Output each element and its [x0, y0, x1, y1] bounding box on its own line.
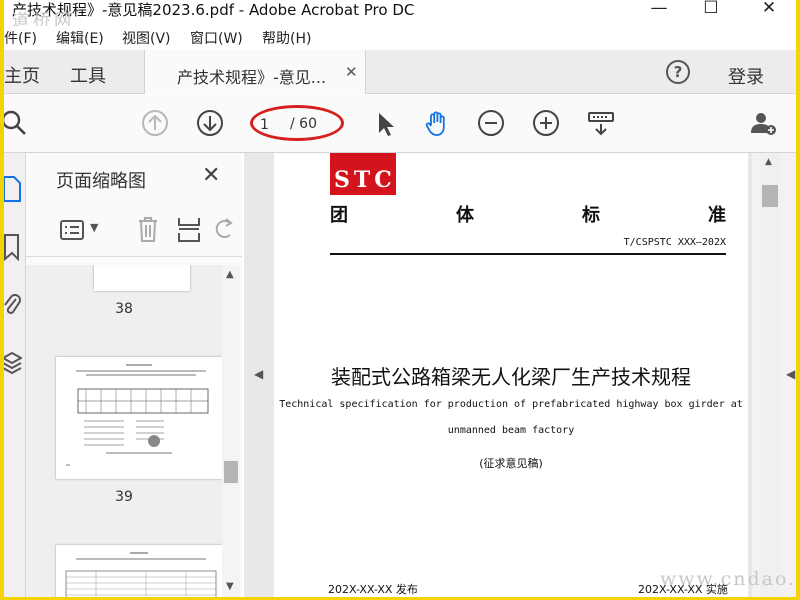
thumbnail-page-number: 39: [115, 489, 133, 505]
collapse-left-icon[interactable]: ◀: [254, 367, 263, 381]
menu-window[interactable]: 窗口(W): [190, 28, 243, 48]
close-tab-icon[interactable]: ✕: [345, 63, 358, 81]
standard-char: 团: [330, 205, 348, 226]
logo-text: STC: [334, 167, 396, 193]
menu-bar: 件(F) 编辑(E) 视图(V) 窗口(W) 帮助(H): [4, 26, 796, 50]
select-cursor-icon[interactable]: [370, 108, 400, 138]
login-button[interactable]: 登录: [728, 63, 764, 89]
menu-edit[interactable]: 编辑(E): [56, 28, 104, 48]
search-icon[interactable]: [4, 108, 30, 138]
thumbnail-page-38[interactable]: [94, 265, 190, 291]
menu-help[interactable]: 帮助(H): [262, 28, 311, 48]
thumbnail-drawing: [65, 552, 217, 597]
standard-code: T/CSPSTC XXX—202X: [623, 237, 726, 248]
document-title-cn: 装配式公路箱梁无人化梁厂生产技术规程: [331, 365, 691, 389]
publish-date: 202X-XX-XX 发布: [328, 583, 418, 596]
chevron-down-icon[interactable]: ▼: [90, 221, 98, 234]
bookmarks-icon[interactable]: [4, 233, 22, 261]
minimize-button[interactable]: —: [644, 0, 674, 18]
scrollbar-thumb[interactable]: [224, 461, 238, 483]
menu-view[interactable]: 视图(V): [122, 28, 171, 48]
scrollbar-thumb[interactable]: [762, 185, 778, 207]
attachment-icon[interactable]: [4, 291, 22, 319]
tab-bar: 主页 工具 产技术规程》-意见... ✕ ? 登录: [4, 50, 796, 94]
scroll-up-icon[interactable]: ▲: [765, 157, 772, 167]
thumbnail-page-number: 38: [115, 301, 133, 317]
keyboard-scroll-icon[interactable]: [586, 108, 616, 138]
thumbnails-icon[interactable]: [4, 175, 22, 203]
thumbnail-page-40[interactable]: [56, 545, 222, 597]
pdf-page: STC 团 体 标 准 T/CSPSTC XXX—202X 装配式公路箱梁无人化…: [274, 153, 748, 597]
left-icon-rail: [4, 153, 26, 597]
draft-note: (征求意见稿): [479, 457, 543, 470]
toolbar: / 60: [4, 95, 796, 153]
document-viewer: STC 团 体 标 准 T/CSPSTC XXX—202X 装配式公路箱梁无人化…: [272, 153, 752, 597]
help-icon[interactable]: ?: [666, 60, 690, 84]
panel-splitter[interactable]: ◀: [244, 153, 272, 597]
standard-title: 团 体 标 准: [330, 201, 726, 227]
extract-page-icon[interactable]: [176, 215, 202, 243]
thumbnail-scrollbar[interactable]: ▲ ▼: [222, 265, 240, 597]
zoom-in-icon[interactable]: [531, 108, 561, 138]
next-page-icon[interactable]: [195, 108, 225, 138]
thumbnail-page-39[interactable]: [56, 357, 222, 479]
thumbnail-drawing: [66, 364, 209, 466]
standard-char: 准: [708, 205, 726, 226]
document-scrollbar[interactable]: ▲ ◀: [752, 153, 796, 597]
panel-toolbar: ▼: [26, 205, 242, 257]
maximize-button[interactable]: ☐: [696, 0, 726, 18]
zoom-out-icon[interactable]: [476, 108, 506, 138]
rotate-page-icon[interactable]: [214, 215, 234, 243]
thumbnail-list: 38 39: [26, 265, 222, 597]
title-bar: 产技术规程》-意见稿2023.6.pdf - Adobe Acrobat Pro…: [4, 0, 796, 31]
thumbnail-panel: 页面缩略图 ✕ ▼ 38 39 ▲ ▼: [26, 153, 242, 597]
menu-file[interactable]: 件(F): [4, 28, 37, 48]
delete-page-icon[interactable]: [136, 215, 160, 243]
watermark-bottom: www.cndao.com: [660, 568, 796, 590]
panel-close-icon[interactable]: ✕: [202, 163, 220, 188]
tab-tools[interactable]: 工具: [70, 62, 106, 88]
cspstc-logo: STC: [330, 153, 396, 195]
app-window: 产技术规程》-意见稿2023.6.pdf - Adobe Acrobat Pro…: [4, 0, 796, 597]
tab-document-label: 产技术规程》-意见...: [177, 68, 327, 87]
prev-page-icon[interactable]: [140, 108, 170, 138]
thumbnail-options-icon[interactable]: [60, 219, 86, 241]
panel-title: 页面缩略图: [56, 171, 146, 192]
scroll-track[interactable]: ▲: [760, 153, 780, 597]
tab-home[interactable]: 主页: [4, 62, 40, 88]
standard-char: 体: [456, 205, 474, 226]
collapse-right-icon[interactable]: ◀: [786, 367, 795, 381]
close-window-button[interactable]: ✕: [754, 0, 784, 18]
scroll-up-icon[interactable]: ▲: [226, 269, 234, 280]
document-title-en-1: Technical specification for production o…: [279, 399, 743, 410]
tab-document[interactable]: 产技术规程》-意见... ✕: [144, 50, 366, 94]
standard-char: 标: [582, 205, 600, 226]
scroll-down-icon[interactable]: ▼: [226, 581, 234, 592]
hand-tool-icon[interactable]: [422, 108, 452, 138]
document-title-en-2: unmanned beam factory: [447, 425, 575, 436]
layers-icon[interactable]: [4, 349, 22, 377]
add-user-icon[interactable]: [748, 108, 778, 138]
annotation-circle: [250, 105, 344, 141]
header-rule: [330, 253, 726, 255]
